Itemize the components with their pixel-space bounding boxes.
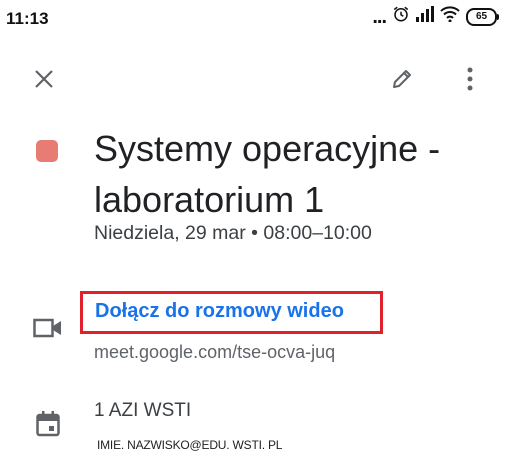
video-camera-icon xyxy=(33,318,63,343)
pencil-icon xyxy=(393,70,411,88)
more-options-button[interactable] xyxy=(450,59,490,99)
notification-dots: ... xyxy=(372,5,387,28)
status-time: 11:13 xyxy=(6,9,49,28)
event-title: Systemy operacyjne - laboratorium 1 xyxy=(94,128,441,220)
close-icon xyxy=(35,70,53,88)
battery-icon: 65 xyxy=(466,7,499,26)
edit-button[interactable] xyxy=(382,59,422,99)
event-datetime: Niedziela, 29 mar • 08:00–10:00 xyxy=(94,222,372,244)
wifi-icon xyxy=(440,6,460,27)
close-button[interactable] xyxy=(24,59,64,99)
battery-level: 65 xyxy=(466,7,497,26)
event-color-indicator xyxy=(36,140,58,162)
signal-icon xyxy=(416,6,434,27)
calendar-name: 1 AZI WSTI xyxy=(94,400,192,421)
alarm-icon xyxy=(392,5,410,28)
meet-url: meet.google.com/tse-ocva-juq xyxy=(94,342,336,362)
more-vert-icon xyxy=(467,67,473,91)
calendar-icon xyxy=(36,411,60,442)
status-icons: ... 65 xyxy=(372,5,499,28)
calendar-owner-email: IMIE. NAZWISKO@EDU. WSTI. PL xyxy=(97,438,283,452)
join-video-call-link[interactable]: Dołącz do rozmowy wideo xyxy=(95,300,344,323)
